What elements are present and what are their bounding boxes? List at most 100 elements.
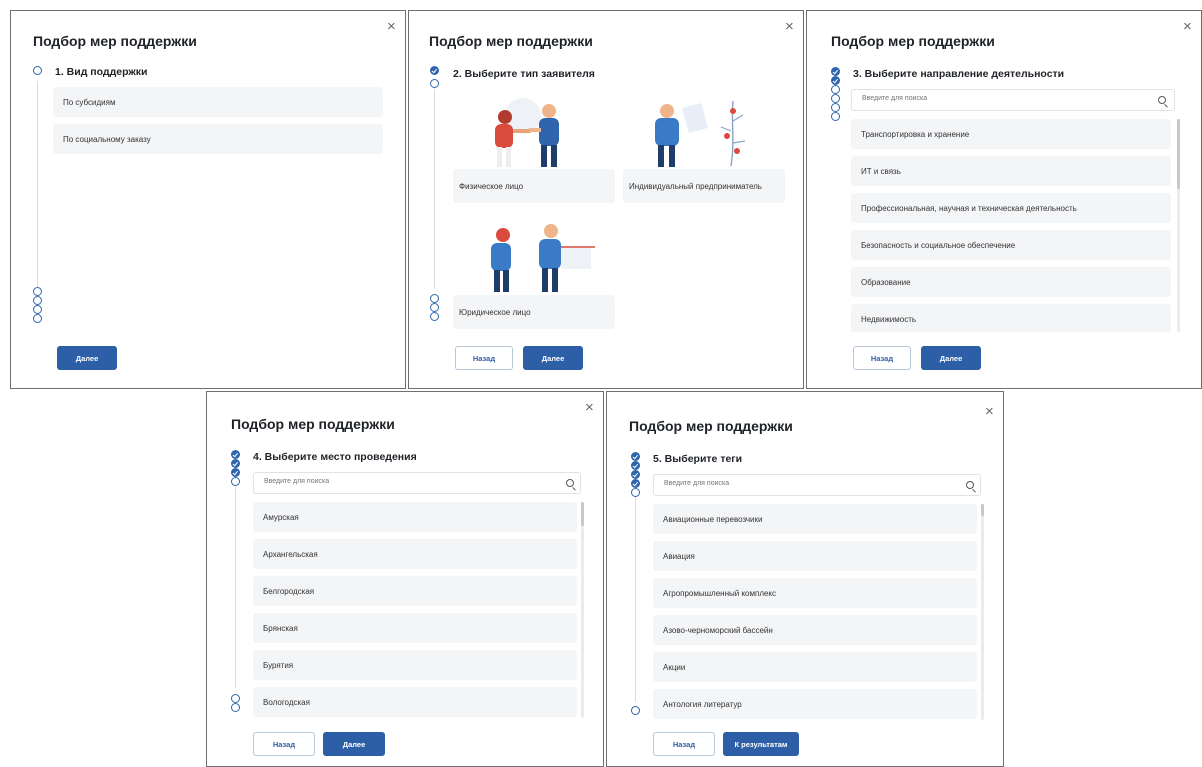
next-button[interactable]: Далее [57, 346, 117, 370]
close-icon[interactable]: × [387, 19, 396, 34]
back-button[interactable]: Назад [853, 346, 911, 370]
step-dot-current [430, 79, 439, 88]
list-item[interactable]: Агропромышленный комплекс [653, 578, 977, 608]
card-individual[interactable]: Физическое лицо [453, 91, 615, 203]
step-dot-pending [831, 94, 840, 103]
dialog-title: Подбор мер поддержки [231, 416, 395, 432]
step-dot-current [33, 66, 42, 75]
results-button[interactable]: К результатам [723, 732, 799, 756]
stepper-line [235, 482, 236, 688]
dialog-title: Подбор мер поддержки [429, 33, 593, 49]
close-icon[interactable]: × [985, 404, 994, 419]
card-label: Физическое лицо [453, 169, 615, 203]
list-item[interactable]: Безопасность и социальное обеспечение [851, 230, 1171, 260]
list-item[interactable]: Недвижимость [851, 304, 1171, 332]
step-title: 2. Выберите тип заявителя [453, 68, 595, 80]
search-input[interactable] [262, 477, 527, 486]
tags-list: Авиационные перевозчики Авиация Агропром… [653, 504, 977, 720]
search-input[interactable] [860, 94, 1122, 103]
step-title: 1. Вид поддержки [55, 66, 148, 78]
step-dot-pending [33, 296, 42, 305]
step-dot-pending [231, 694, 240, 703]
scrollbar-thumb[interactable] [981, 504, 984, 516]
step-title: 5. Выберите теги [653, 453, 743, 465]
scrollbar[interactable] [1177, 119, 1180, 332]
scrollbar-thumb[interactable] [581, 502, 584, 526]
step-dot-done [631, 461, 640, 470]
scrollbar[interactable] [981, 504, 984, 720]
illustration-entrepreneur [655, 100, 746, 167]
next-button[interactable]: Далее [523, 346, 583, 370]
list-item[interactable]: Азово-черноморский бассейн [653, 615, 977, 645]
illustration-individual [495, 98, 559, 167]
panel-step-4: × Подбор мер поддержки 4. Выберите место… [206, 391, 604, 767]
search-icon[interactable] [566, 479, 574, 487]
search-field[interactable] [253, 472, 581, 494]
panel-step-5: × Подбор мер поддержки 5. Выберите теги … [606, 391, 1004, 767]
card-label: Индивидуальный предприниматель [623, 169, 785, 203]
list-item[interactable]: ИТ и связь [851, 156, 1171, 186]
step-dot-pending [831, 103, 840, 112]
card-label: Юридическое лицо [453, 295, 615, 329]
step-dot-done [631, 479, 640, 488]
list-item[interactable]: Белгородская [253, 576, 577, 606]
step-dot-pending [831, 112, 840, 121]
step-dot-pending [430, 303, 439, 312]
list-item[interactable]: Образование [851, 267, 1171, 297]
stepper-line [434, 89, 435, 289]
list-item[interactable]: Профессиональная, научная и техническая … [851, 193, 1171, 223]
list-item[interactable]: Бурятия [253, 650, 577, 680]
step-dot-pending [231, 703, 240, 712]
back-button[interactable]: Назад [455, 346, 513, 370]
panel-step-1: × Подбор мер поддержки 1. Вид поддержки … [10, 10, 406, 389]
illustration-legal-entity [491, 224, 595, 292]
search-icon[interactable] [966, 481, 974, 489]
step-dot-pending [631, 706, 640, 715]
list-item[interactable]: Архангельская [253, 539, 577, 569]
step-dot-pending [430, 294, 439, 303]
scrollbar-thumb[interactable] [1177, 119, 1180, 189]
step-dot-current [231, 477, 240, 486]
step-title: 3. Выберите направление деятельности [853, 68, 1065, 80]
step-dot-done [831, 67, 840, 76]
close-icon[interactable]: × [585, 400, 594, 415]
step-dot-done [430, 66, 439, 75]
next-button[interactable]: Далее [921, 346, 981, 370]
list-item[interactable]: Авиационные перевозчики [653, 504, 977, 534]
close-icon[interactable]: × [1183, 19, 1192, 34]
search-icon[interactable] [1158, 96, 1166, 104]
panel-step-3: × Подбор мер поддержки 3. Выберите напра… [806, 10, 1202, 389]
panel-step-2: × Подбор мер поддержки 2. Выберите тип з… [408, 10, 804, 389]
list-item[interactable]: Амурская [253, 502, 577, 532]
list-item[interactable]: Транспортировка и хранение [851, 119, 1171, 149]
list-item[interactable]: Антология литератур [653, 689, 977, 719]
card-entrepreneur[interactable]: Индивидуальный предприниматель [623, 91, 785, 203]
list-item[interactable]: Авиация [653, 541, 977, 571]
dialog-title: Подбор мер поддержки [33, 33, 197, 49]
step-dot-pending [33, 305, 42, 314]
step-dot-pending [430, 312, 439, 321]
list-item[interactable]: Акции [653, 652, 977, 682]
stepper-line [635, 492, 636, 702]
region-list: Амурская Архангельская Белгородская Брян… [253, 502, 577, 718]
card-legal-entity[interactable]: Юридическое лицо [453, 217, 615, 329]
dialog-title: Подбор мер поддержки [831, 33, 995, 49]
back-button[interactable]: Назад [653, 732, 715, 756]
next-button[interactable]: Далее [323, 732, 385, 756]
back-button[interactable]: Назад [253, 732, 315, 756]
search-field[interactable] [653, 474, 981, 496]
search-field[interactable] [851, 89, 1175, 111]
stepper-line [37, 81, 38, 291]
step-dot-done [831, 76, 840, 85]
option-subsidies[interactable]: По субсидиям [53, 87, 383, 117]
list-item[interactable]: Вологодская [253, 687, 577, 717]
list-item[interactable]: Брянская [253, 613, 577, 643]
step-dot-done [231, 450, 240, 459]
step-dot-done [231, 468, 240, 477]
step-dot-current [831, 85, 840, 94]
option-social-order[interactable]: По социальному заказу [53, 124, 383, 154]
scrollbar[interactable] [581, 502, 584, 718]
search-input[interactable] [662, 479, 927, 488]
step-dot-done [631, 452, 640, 461]
close-icon[interactable]: × [785, 19, 794, 34]
